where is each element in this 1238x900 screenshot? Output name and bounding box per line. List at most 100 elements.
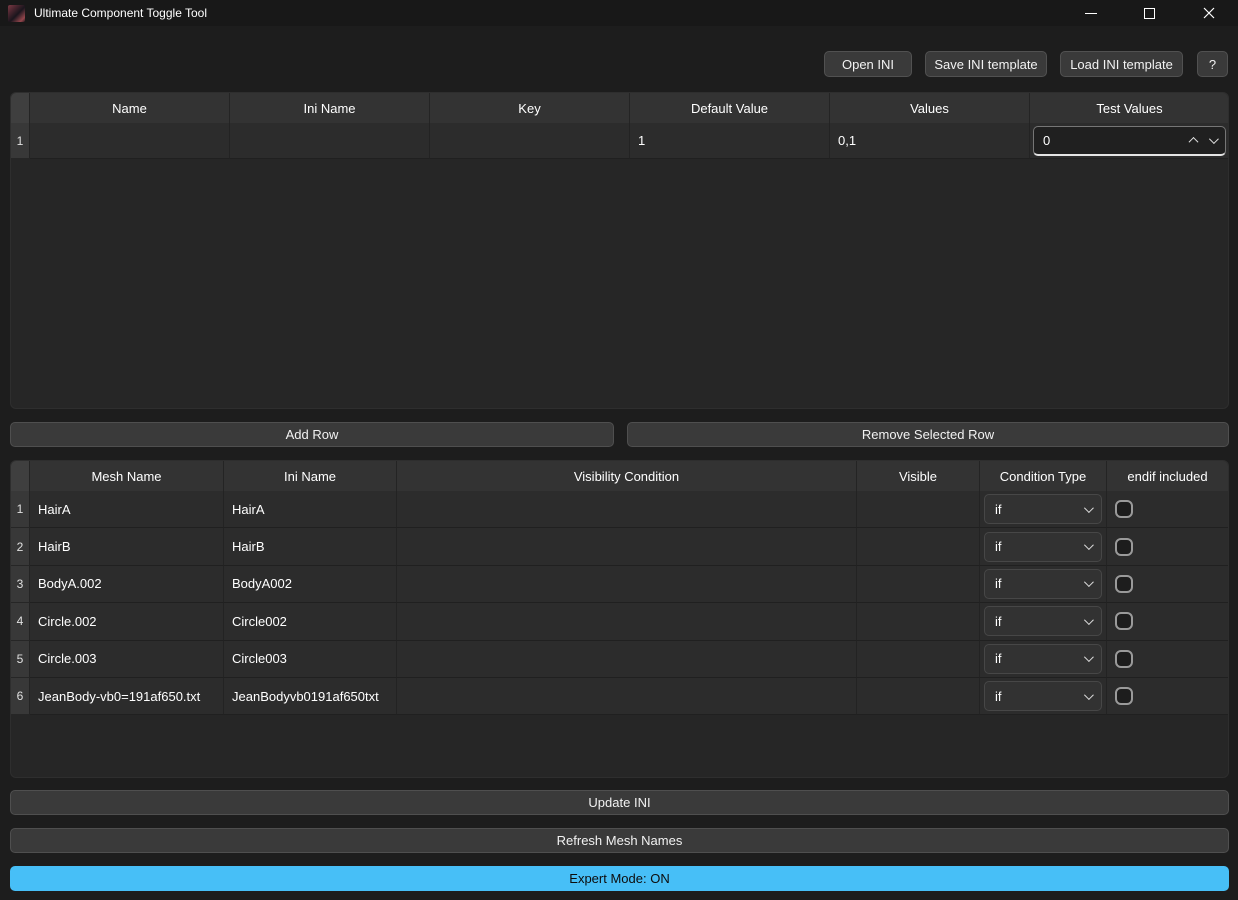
chevron-up-icon[interactable] (1189, 136, 1199, 146)
row-number[interactable]: 3 (11, 566, 30, 603)
cell-mesh-name[interactable]: Circle.002 (30, 603, 224, 640)
cell-endif-included (1107, 603, 1229, 640)
col-condition-type[interactable]: Condition Type (980, 461, 1107, 491)
cell-ini-name[interactable]: HairA (224, 491, 397, 528)
cell-mesh-name[interactable]: Circle.003 (30, 641, 224, 678)
row-number[interactable]: 5 (11, 641, 30, 678)
chevron-down-icon (1084, 615, 1094, 625)
col-mesh-name[interactable]: Mesh Name (30, 461, 224, 491)
col-name[interactable]: Name (30, 93, 230, 123)
chevron-down-icon (1084, 690, 1094, 700)
cell-visibility-condition[interactable] (397, 678, 857, 715)
condition-type-select[interactable]: if (984, 681, 1102, 711)
cell-condition-type: if (980, 528, 1107, 565)
chevron-down-icon (1084, 540, 1094, 550)
test-values-spinbox[interactable]: 0 (1033, 126, 1226, 156)
cell-visibility-condition[interactable] (397, 566, 857, 603)
cell-mesh-name[interactable]: JeanBody-vb0=191af650.txt (30, 678, 224, 715)
endif-checkbox[interactable] (1115, 538, 1133, 556)
cell-visible[interactable] (857, 566, 980, 603)
col-visible[interactable]: Visible (857, 461, 980, 491)
cell-key[interactable] (430, 123, 630, 159)
cell-mesh-name[interactable]: HairA (30, 491, 224, 528)
cell-condition-type: if (980, 603, 1107, 640)
expert-mode-toggle-button[interactable]: Expert Mode: ON (10, 866, 1229, 891)
endif-checkbox[interactable] (1115, 612, 1133, 630)
mesh-table: Mesh Name Ini Name Visibility Condition … (10, 460, 1229, 778)
update-ini-button[interactable]: Update INI (10, 790, 1229, 815)
col-key[interactable]: Key (430, 93, 630, 123)
cell-visibility-condition[interactable] (397, 641, 857, 678)
cell-visibility-condition[interactable] (397, 603, 857, 640)
col-endif-included[interactable]: endif included (1107, 461, 1229, 491)
remove-selected-row-button[interactable]: Remove Selected Row (627, 422, 1229, 447)
col-ini-name[interactable]: Ini Name (230, 93, 430, 123)
cell-test-values: 0 (1030, 123, 1229, 159)
cell-mesh-name[interactable]: BodyA.002 (30, 566, 224, 603)
save-ini-template-button[interactable]: Save INI template (925, 51, 1047, 77)
endif-checkbox[interactable] (1115, 687, 1133, 705)
minimize-icon (1085, 13, 1097, 14)
load-ini-template-button[interactable]: Load INI template (1060, 51, 1183, 77)
toggle-table-header: Name Ini Name Key Default Value Values T… (11, 93, 1228, 123)
row-number[interactable]: 1 (11, 123, 30, 159)
help-button[interactable]: ? (1197, 51, 1228, 77)
cell-endif-included (1107, 566, 1229, 603)
row-number[interactable]: 1 (11, 491, 30, 528)
app-icon (8, 5, 25, 22)
cell-ini-name[interactable] (230, 123, 430, 159)
row-number[interactable]: 2 (11, 528, 30, 565)
corner-header (11, 461, 30, 491)
toggle-table: Name Ini Name Key Default Value Values T… (10, 92, 1229, 409)
condition-type-select[interactable]: if (984, 606, 1102, 636)
corner-header (11, 93, 30, 123)
condition-type-select[interactable]: if (984, 644, 1102, 674)
col-default-value[interactable]: Default Value (630, 93, 830, 123)
chevron-down-icon (1084, 503, 1094, 513)
cell-visibility-condition[interactable] (397, 491, 857, 528)
spinbox-value: 0 (1043, 133, 1190, 148)
col-ini-name[interactable]: Ini Name (224, 461, 397, 491)
row-number[interactable]: 6 (11, 678, 30, 715)
maximize-icon (1144, 8, 1155, 19)
cell-values[interactable]: 0,1 (830, 123, 1030, 159)
cell-name[interactable] (30, 123, 230, 159)
condition-type-select[interactable]: if (984, 494, 1102, 524)
row-number[interactable]: 4 (11, 603, 30, 640)
cell-mesh-name[interactable]: HairB (30, 528, 224, 565)
cell-visible[interactable] (857, 491, 980, 528)
condition-type-select[interactable]: if (984, 569, 1102, 599)
col-visibility-condition[interactable]: Visibility Condition (397, 461, 857, 491)
col-values[interactable]: Values (830, 93, 1030, 123)
close-button[interactable] (1179, 0, 1238, 26)
table-row: 1 1 0,1 0 (11, 123, 1228, 159)
cell-ini-name[interactable]: Circle002 (224, 603, 397, 640)
chevron-down-icon[interactable] (1209, 134, 1219, 144)
open-ini-button[interactable]: Open INI (824, 51, 912, 77)
chevron-down-icon (1084, 652, 1094, 662)
endif-checkbox[interactable] (1115, 500, 1133, 518)
window-title: Ultimate Component Toggle Tool (34, 6, 207, 20)
endif-checkbox[interactable] (1115, 650, 1133, 668)
cell-ini-name[interactable]: JeanBodyvb0191af650txt (224, 678, 397, 715)
cell-ini-name[interactable]: HairB (224, 528, 397, 565)
cell-endif-included (1107, 528, 1229, 565)
cell-visibility-condition[interactable] (397, 528, 857, 565)
refresh-mesh-names-button[interactable]: Refresh Mesh Names (10, 828, 1229, 853)
cell-visible[interactable] (857, 641, 980, 678)
cell-condition-type: if (980, 678, 1107, 715)
minimize-button[interactable] (1061, 0, 1120, 26)
maximize-button[interactable] (1120, 0, 1179, 26)
cell-ini-name[interactable]: BodyA002 (224, 566, 397, 603)
cell-visible[interactable] (857, 603, 980, 640)
col-test-values[interactable]: Test Values (1030, 93, 1229, 123)
cell-ini-name[interactable]: Circle003 (224, 641, 397, 678)
cell-default-value[interactable]: 1 (630, 123, 830, 159)
endif-checkbox[interactable] (1115, 575, 1133, 593)
condition-type-select[interactable]: if (984, 532, 1102, 562)
add-row-button[interactable]: Add Row (10, 422, 614, 447)
cell-visible[interactable] (857, 528, 980, 565)
cell-condition-type: if (980, 491, 1107, 528)
cell-visible[interactable] (857, 678, 980, 715)
table-row: 6 JeanBody-vb0=191af650.txt JeanBodyvb01… (11, 678, 1228, 715)
